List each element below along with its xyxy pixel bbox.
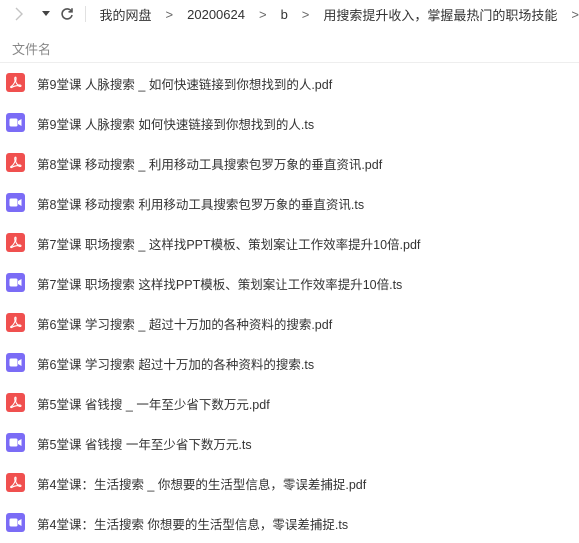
file-row[interactable]: 第8堂课 移动搜索 _ 利用移动工具搜索包罗万象的垂直资讯.pdf <box>0 143 579 183</box>
breadcrumb-item[interactable]: 用搜索提升收入，掌握最热门的职场技能 <box>323 5 557 24</box>
list-header: 文件名 <box>0 34 579 63</box>
toolbar-divider <box>84 6 86 22</box>
file-row[interactable]: 第7堂课 职场搜索 _ 这样找PPT模板、策划案让工作效率提升10倍.pdf <box>0 223 579 263</box>
refresh-icon[interactable] <box>58 0 74 28</box>
column-header-filename[interactable]: 文件名 <box>12 39 51 58</box>
file-row[interactable]: 第8堂课 移动搜索 利用移动工具搜索包罗万象的垂直资讯.ts <box>0 183 579 223</box>
file-name[interactable]: 第5堂课 省钱搜 一年至少省下数万元.ts <box>37 434 252 453</box>
file-name[interactable]: 第9堂课 人脉搜索 如何快速链接到你想找到的人.ts <box>37 114 314 133</box>
video-file-icon <box>6 513 25 532</box>
path-toolbar: 我的网盘 > 20200624 > b > 用搜索提升收入，掌握最热门的职场技能… <box>0 0 579 28</box>
file-name[interactable]: 第8堂课 移动搜索 _ 利用移动工具搜索包罗万象的垂直资讯.pdf <box>37 154 382 173</box>
file-row[interactable]: 第9堂课 人脉搜索 如何快速链接到你想找到的人.ts <box>0 103 579 143</box>
file-name[interactable]: 第6堂课 学习搜索 超过十万加的各种资料的搜索.ts <box>37 354 314 373</box>
file-name[interactable]: 第4堂课：生活搜索 _ 你想要的生活型信息，零误差捕捉.pdf <box>37 474 366 493</box>
breadcrumb-item[interactable]: 20200624 <box>187 7 245 22</box>
breadcrumb-separator: > <box>571 6 579 22</box>
video-file-icon <box>6 193 25 212</box>
file-row[interactable]: 第4堂课：生活搜索 你想要的生活型信息，零误差捕捉.ts <box>0 503 579 543</box>
file-row[interactable]: 第5堂课 省钱搜 _ 一年至少省下数万元.pdf <box>0 383 579 423</box>
pdf-file-icon <box>6 313 25 332</box>
pdf-file-icon <box>6 153 25 172</box>
file-row[interactable]: 第5堂课 省钱搜 一年至少省下数万元.ts <box>0 423 579 463</box>
pdf-file-icon <box>6 473 25 492</box>
video-file-icon <box>6 273 25 292</box>
video-file-icon <box>6 113 25 132</box>
caret-down-icon[interactable] <box>38 0 54 28</box>
file-name[interactable]: 第7堂课 职场搜索 这样找PPT模板、策划案让工作效率提升10倍.ts <box>37 274 402 293</box>
file-list: 第9堂课 人脉搜索 _ 如何快速链接到你想找到的人.pdf 第9堂课 人脉搜索 如… <box>0 63 579 543</box>
pdf-file-icon <box>6 233 25 252</box>
file-row[interactable]: 第9堂课 人脉搜索 _ 如何快速链接到你想找到的人.pdf <box>0 63 579 103</box>
breadcrumb-item[interactable]: 我的网盘 <box>100 5 152 24</box>
pdf-file-icon <box>6 393 25 412</box>
file-row[interactable]: 第6堂课 学习搜索 超过十万加的各种资料的搜索.ts <box>0 343 579 383</box>
breadcrumb-separator: > <box>301 6 310 22</box>
file-row[interactable]: 第7堂课 职场搜索 这样找PPT模板、策划案让工作效率提升10倍.ts <box>0 263 579 303</box>
breadcrumb-separator: > <box>165 6 174 22</box>
file-name[interactable]: 第7堂课 职场搜索 _ 这样找PPT模板、策划案让工作效率提升10倍.pdf <box>37 234 420 253</box>
chevron-right-icon[interactable] <box>10 0 28 28</box>
file-name[interactable]: 第5堂课 省钱搜 _ 一年至少省下数万元.pdf <box>37 394 270 413</box>
breadcrumb-separator: > <box>258 6 267 22</box>
breadcrumb-item[interactable]: b <box>281 7 288 22</box>
file-name[interactable]: 第9堂课 人脉搜索 _ 如何快速链接到你想找到的人.pdf <box>37 74 332 93</box>
file-row[interactable]: 第4堂课：生活搜索 _ 你想要的生活型信息，零误差捕捉.pdf <box>0 463 579 503</box>
file-row[interactable]: 第6堂课 学习搜索 _ 超过十万加的各种资料的搜索.pdf <box>0 303 579 343</box>
file-name[interactable]: 第4堂课：生活搜索 你想要的生活型信息，零误差捕捉.ts <box>37 514 348 533</box>
video-file-icon <box>6 433 25 452</box>
video-file-icon <box>6 353 25 372</box>
file-name[interactable]: 第6堂课 学习搜索 _ 超过十万加的各种资料的搜索.pdf <box>37 314 332 333</box>
file-name[interactable]: 第8堂课 移动搜索 利用移动工具搜索包罗万象的垂直资讯.ts <box>37 194 364 213</box>
pdf-file-icon <box>6 73 25 92</box>
